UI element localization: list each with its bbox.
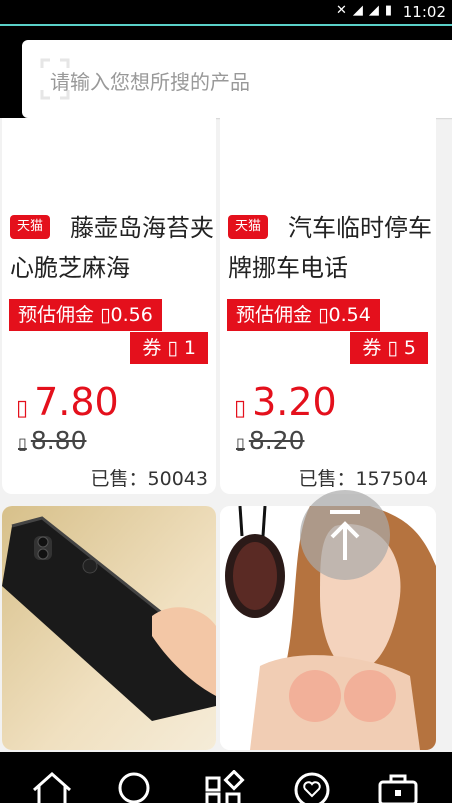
currency-glyph: ▯ bbox=[387, 337, 398, 359]
commission-label: 预估佣金 bbox=[18, 304, 95, 326]
product-card[interactable]: 天猫 汽车临时停车牌挪车电话 预估佣金 ▯0.54 券 ▯ 5 ▯ 3.20 ▯ 8… bbox=[220, 118, 436, 494]
original-price: ▯ 8.20 bbox=[236, 426, 304, 455]
coupon-value: 1 bbox=[183, 337, 196, 359]
currency-glyph: ▯ bbox=[234, 396, 247, 421]
currency-glyph: ▯ bbox=[100, 304, 111, 326]
original-price: ▯ 8.80 bbox=[18, 426, 86, 455]
currency-glyph: ▯ bbox=[318, 304, 329, 326]
battery-icon: ▮ bbox=[384, 3, 392, 18]
price-value: 7.80 bbox=[34, 380, 119, 424]
bottom-navigation bbox=[0, 752, 452, 803]
black-phone-case-image bbox=[2, 506, 216, 750]
commission-value: 0.54 bbox=[328, 304, 371, 326]
current-price: ▯ 3.20 bbox=[234, 380, 337, 424]
sold-count: 已售：157504 bbox=[298, 468, 428, 490]
commission-value: 0.56 bbox=[110, 304, 153, 326]
product-image-card[interactable] bbox=[2, 506, 216, 750]
home-icon[interactable] bbox=[30, 770, 74, 803]
favorite-icon[interactable] bbox=[290, 770, 334, 803]
commission-tag: 预估佣金 ▯0.56 bbox=[9, 299, 162, 331]
product-title[interactable]: 藤壶岛海苔夹心脆芝麻海 bbox=[10, 208, 216, 288]
coupon-tag: 券 ▯ 5 bbox=[350, 332, 428, 364]
signal-icon: ◢ bbox=[368, 3, 379, 18]
currency-glyph: ▯ bbox=[167, 337, 178, 359]
coupon-value: 5 bbox=[403, 337, 416, 359]
commission-label: 预估佣金 bbox=[236, 304, 313, 326]
commission-tag: 预估佣金 ▯0.54 bbox=[227, 299, 380, 331]
category-icon[interactable] bbox=[203, 770, 247, 803]
original-price-value: 8.80 bbox=[30, 426, 87, 455]
mute-icon: ✕ bbox=[335, 3, 347, 18]
currency-glyph: ▯ bbox=[16, 396, 29, 421]
wifi-icon: ◢ bbox=[352, 3, 363, 18]
status-icons: ✕ ◢ ◢ ▮ bbox=[336, 3, 392, 18]
product-title[interactable]: 汽车临时停车牌挪车电话 bbox=[228, 208, 434, 288]
product-card[interactable]: 天猫 藤壶岛海苔夹心脆芝麻海 预估佣金 ▯0.56 券 ▯ 1 ▯ 7.80 ▯ 8… bbox=[2, 118, 216, 494]
arrow-up-icon bbox=[330, 510, 360, 560]
sold-count: 已售：50043 bbox=[90, 468, 208, 490]
current-price: ▯ 7.80 bbox=[16, 380, 119, 424]
search-bar[interactable]: 请输入您想所搜的产品 bbox=[22, 40, 452, 118]
coupon-label: 券 bbox=[142, 337, 162, 359]
currency-glyph: ▯ bbox=[18, 434, 27, 453]
price-value: 3.20 bbox=[252, 380, 337, 424]
coupon-tag: 券 ▯ 1 bbox=[130, 332, 208, 364]
currency-glyph: ▯ bbox=[236, 434, 245, 453]
status-time: 11:02 bbox=[402, 3, 446, 21]
bag-icon[interactable] bbox=[376, 770, 420, 803]
original-price-value: 8.20 bbox=[248, 426, 305, 455]
back-to-top-button[interactable] bbox=[300, 490, 390, 580]
status-bar: ✕ ◢ ◢ ▮ 11:02 bbox=[0, 0, 452, 26]
search-input[interactable]: 请输入您想所搜的产品 bbox=[50, 66, 250, 95]
coupon-label: 券 bbox=[362, 337, 382, 359]
search-icon[interactable] bbox=[114, 770, 158, 803]
